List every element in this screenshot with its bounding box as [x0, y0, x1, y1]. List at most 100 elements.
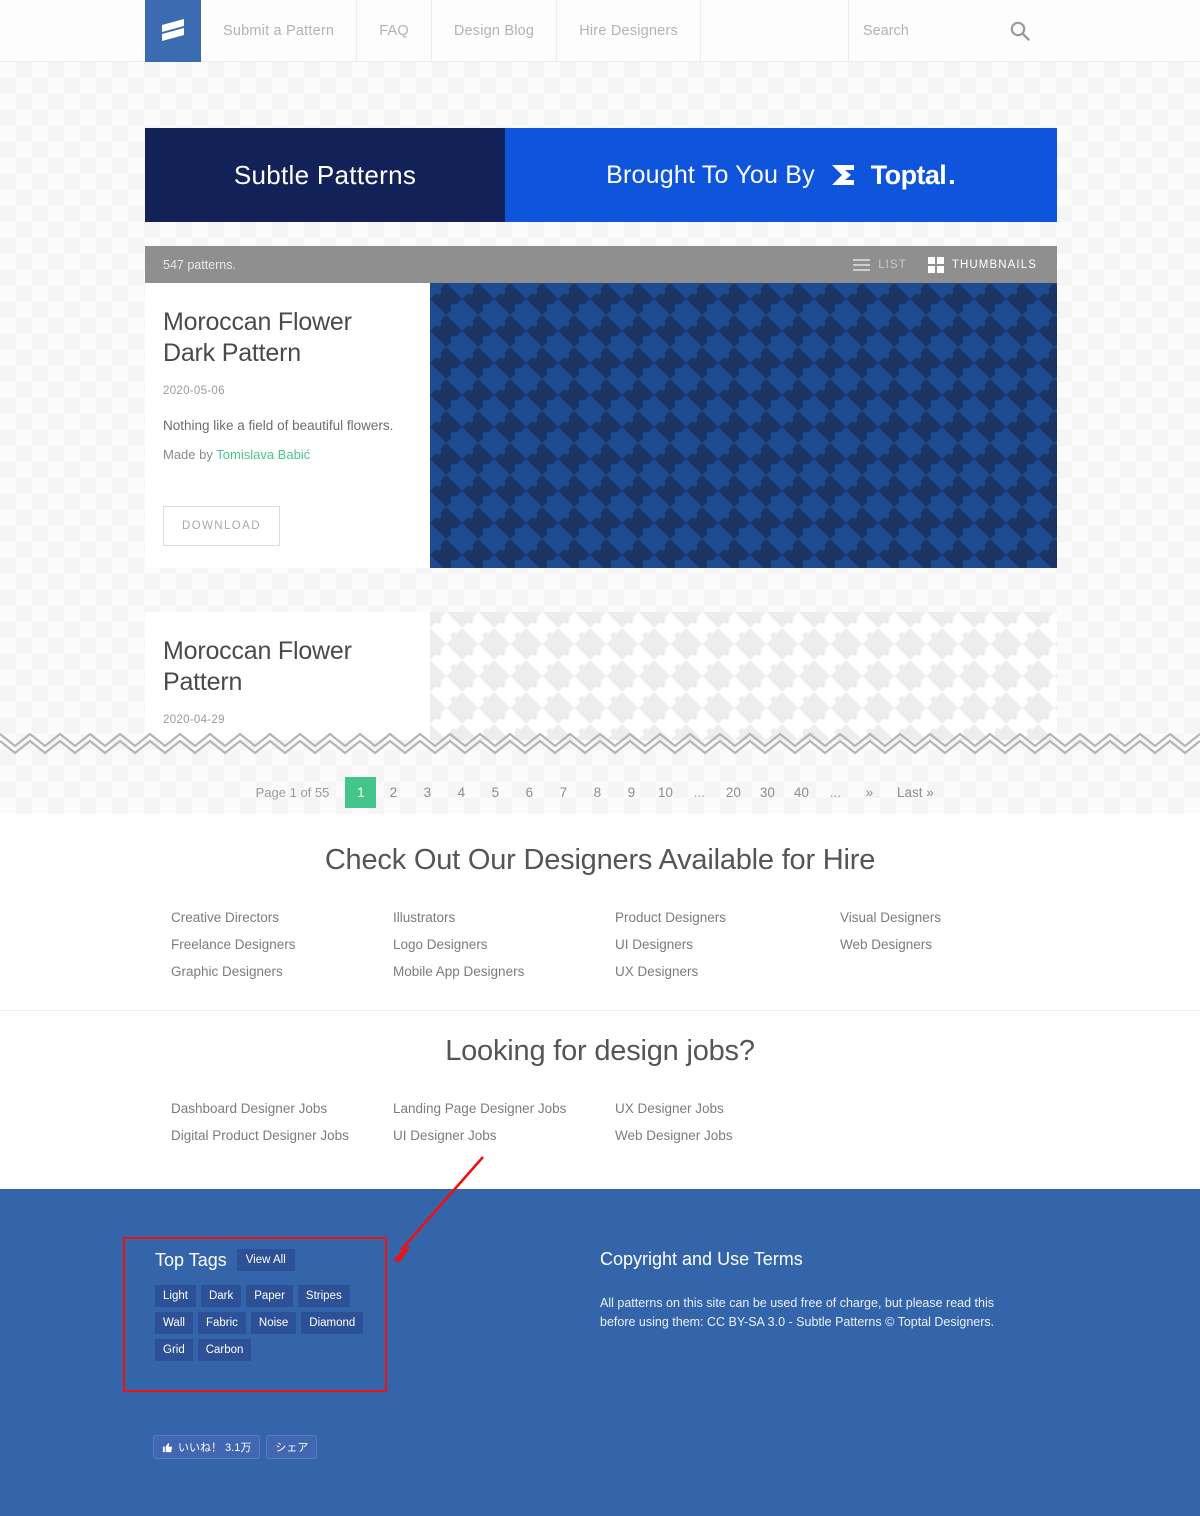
jobs-link-ux-designer[interactable]: UX Designer Jobs: [615, 1101, 1200, 1128]
nav-item-design-blog[interactable]: Design Blog: [432, 0, 558, 61]
facebook-share-label: シェア: [275, 1442, 309, 1454]
hire-links-grid: Creative Directors Illustrators Product …: [0, 877, 1200, 991]
pattern-preview-moroccan-flower[interactable]: [430, 612, 1057, 740]
pagination-page-8[interactable]: 8: [580, 778, 614, 806]
pattern-info: Moroccan Flower Pattern 2020-04-29: [145, 612, 430, 740]
pattern-row: Moroccan Flower Pattern 2020-04-29: [145, 612, 1057, 740]
facebook-like-label: いいね！ 3.1万: [178, 1442, 252, 1454]
jobs-section-title: Looking for design jobs?: [445, 1035, 755, 1067]
social-share-row: いいね！ 3.1万 シェア: [153, 1435, 318, 1459]
tag-light[interactable]: Light: [155, 1285, 196, 1307]
hire-link-creative-directors[interactable]: Creative Directors: [171, 910, 393, 937]
hire-link-freelance-designers[interactable]: Freelance Designers: [171, 937, 393, 964]
listing-toolbar: 547 patterns. LIST THUMBNAILS: [145, 246, 1057, 283]
zigzag-divider: [0, 732, 1200, 755]
hire-link-web-designers[interactable]: Web Designers: [840, 937, 1200, 964]
banner-left-subtle-patterns: Subtle Patterns: [145, 128, 505, 222]
search-icon[interactable]: [1009, 20, 1031, 47]
jobs-link-web-designer[interactable]: Web Designer Jobs: [615, 1128, 1200, 1155]
pattern-count-label: 547 patterns.: [163, 257, 236, 272]
pagination-page-40[interactable]: 40: [784, 778, 818, 806]
pagination-page-4[interactable]: 4: [444, 778, 478, 806]
sponsor-banner[interactable]: Subtle Patterns Brought To You By Toptal…: [145, 128, 1057, 222]
search-input[interactable]: [862, 22, 1003, 39]
download-button[interactable]: DOWNLOAD: [163, 506, 280, 546]
pattern-date: 2020-04-29: [163, 714, 225, 726]
nav-item-hire-designers[interactable]: Hire Designers: [557, 0, 701, 61]
pagination-page-10[interactable]: 10: [648, 778, 682, 806]
pattern-title[interactable]: Moroccan Flower Dark Pattern: [163, 307, 408, 368]
pagination-page-9[interactable]: 9: [614, 778, 648, 806]
view-button-thumbnails[interactable]: THUMBNAILS: [922, 256, 1043, 273]
view-thumbnails-label: THUMBNAILS: [951, 258, 1037, 271]
toptal-wordmark: Toptal: [870, 159, 947, 190]
tag-dark[interactable]: Dark: [200, 1285, 242, 1307]
pagination-page-5[interactable]: 5: [478, 778, 512, 806]
site-logo[interactable]: [145, 0, 201, 62]
nav-item-faq[interactable]: FAQ: [357, 0, 432, 61]
jobs-link-digital-product-designer[interactable]: Digital Product Designer Jobs: [171, 1128, 393, 1155]
pagination-page-30[interactable]: 30: [750, 778, 784, 806]
jobs-link-ui-designer[interactable]: UI Designer Jobs: [393, 1128, 615, 1155]
nav-item-submit-a-pattern[interactable]: Submit a Pattern: [201, 0, 358, 61]
tag-fabric[interactable]: Fabric: [197, 1312, 246, 1334]
toptal-mark-icon: [831, 165, 854, 185]
top-tags-header: Top Tags View All: [155, 1249, 390, 1271]
pagination-page-1[interactable]: 1: [345, 776, 377, 808]
design-jobs-section: Looking for design jobs? Dashboard Desig…: [0, 1011, 1200, 1189]
pagination-next-button[interactable]: »: [852, 778, 886, 806]
hire-link-logo-designers[interactable]: Logo Designers: [393, 937, 615, 964]
banner-right-text: Brought To You By: [606, 160, 815, 189]
pagination: Page 1 of 55 1 2 3 4 5 6 7 8 9 10 ... 20…: [0, 770, 1200, 814]
hire-link-ux-designers[interactable]: UX Designers: [615, 964, 840, 991]
pattern-row: Moroccan Flower Dark Pattern 2020-05-06 …: [145, 283, 1057, 568]
grid-icon: [927, 256, 944, 273]
pattern-info: Moroccan Flower Dark Pattern 2020-05-06 …: [145, 283, 430, 568]
pattern-title[interactable]: Moroccan Flower Pattern: [163, 636, 408, 697]
jobs-links-grid: Dashboard Designer Jobs Landing Page Des…: [0, 1068, 1200, 1155]
pattern-preview-moroccan-flower-dark[interactable]: [430, 283, 1057, 568]
copyright-panel: Copyright and Use Terms All patterns on …: [600, 1249, 1030, 1333]
pagination-page-6[interactable]: 6: [512, 778, 546, 806]
copyright-title: Copyright and Use Terms: [600, 1249, 803, 1269]
hire-link-visual-designers[interactable]: Visual Designers: [840, 910, 1200, 937]
hamburger-icon: [853, 258, 871, 271]
pattern-author-link[interactable]: Tomislava Babić: [216, 447, 310, 462]
hire-link-product-designers[interactable]: Product Designers: [615, 910, 840, 937]
facebook-share-button[interactable]: シェア: [266, 1435, 318, 1459]
jobs-link-dashboard-designer[interactable]: Dashboard Designer Jobs: [171, 1101, 393, 1128]
tag-wall[interactable]: Wall: [155, 1312, 193, 1334]
tag-paper[interactable]: Paper: [246, 1285, 293, 1307]
jobs-link-landing-page-designer[interactable]: Landing Page Designer Jobs: [393, 1101, 615, 1128]
tag-noise[interactable]: Noise: [250, 1312, 297, 1334]
pattern-date: 2020-05-06: [163, 385, 225, 397]
hire-link-mobile-app-designers[interactable]: Mobile App Designers: [393, 964, 615, 991]
pagination-page-20[interactable]: 20: [716, 778, 750, 806]
pagination-last-button[interactable]: Last »: [886, 778, 944, 806]
banner-right-toptal[interactable]: Brought To You By Toptal .: [505, 128, 1057, 222]
pagination-page-3[interactable]: 3: [410, 778, 444, 806]
thumbs-up-icon: [162, 1442, 173, 1452]
tag-grid[interactable]: Grid: [155, 1339, 193, 1361]
pagination-page-2[interactable]: 2: [376, 778, 410, 806]
pattern-author-line: Made by Tomislava Babić: [163, 447, 408, 462]
site-footer: Top Tags View All Light Dark Paper Strip…: [0, 1189, 1200, 1516]
top-tags-title: Top Tags: [155, 1249, 227, 1270]
top-tags-panel: Top Tags View All Light Dark Paper Strip…: [155, 1249, 390, 1361]
tag-stripes[interactable]: Stripes: [297, 1285, 350, 1307]
tag-diamond[interactable]: Diamond: [301, 1312, 364, 1334]
tag-carbon[interactable]: Carbon: [197, 1339, 252, 1361]
tag-list: Light Dark Paper Stripes Wall Fabric Noi…: [155, 1285, 380, 1361]
nav-label: Hire Designers: [579, 22, 678, 39]
view-button-list[interactable]: LIST: [847, 258, 913, 271]
pagination-ellipsis-2: ...: [829, 784, 841, 800]
hire-section-title: Check Out Our Designers Available for Hi…: [324, 844, 876, 876]
banner-left-text: Subtle Patterns: [233, 159, 417, 190]
hire-link-illustrators[interactable]: Illustrators: [393, 910, 615, 937]
hire-link-graphic-designers[interactable]: Graphic Designers: [171, 964, 393, 991]
pagination-page-7[interactable]: 7: [546, 778, 580, 806]
hire-link-ui-designers[interactable]: UI Designers: [615, 937, 840, 964]
facebook-like-button[interactable]: いいね！ 3.1万: [153, 1435, 261, 1459]
nav-label: Design Blog: [453, 22, 535, 39]
view-all-tags-button[interactable]: View All: [236, 1249, 295, 1271]
